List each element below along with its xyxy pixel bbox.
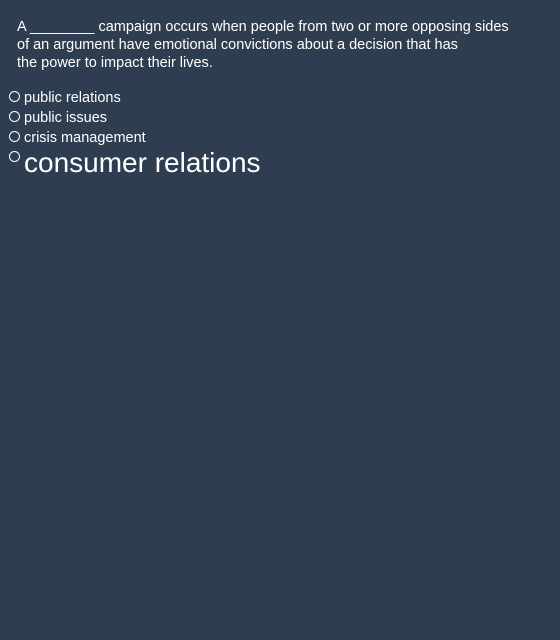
option-public-relations[interactable]: public relations <box>9 90 549 110</box>
option-label[interactable]: crisis management <box>24 130 146 146</box>
radio-button-public-issues[interactable] <box>9 111 20 122</box>
option-label[interactable]: consumer relations <box>24 148 261 178</box>
option-label[interactable]: public relations <box>24 90 121 106</box>
answer-options: public relations public issues crisis ma… <box>9 90 549 190</box>
question-text: A ________ campaign occurs when people f… <box>17 18 517 72</box>
question-line: the power to impact their lives. <box>17 55 213 71</box>
option-public-issues[interactable]: public issues <box>9 110 549 130</box>
radio-button-consumer-relations[interactable] <box>9 151 20 162</box>
radio-button-public-relations[interactable] <box>9 91 20 102</box>
radio-button-crisis-management[interactable] <box>9 131 20 142</box>
option-label[interactable]: public issues <box>24 110 107 126</box>
question-line: A ________ campaign occurs when people f… <box>17 19 509 35</box>
option-consumer-relations[interactable]: consumer relations <box>9 148 549 190</box>
question-line: of an argument have emotional conviction… <box>17 37 458 53</box>
